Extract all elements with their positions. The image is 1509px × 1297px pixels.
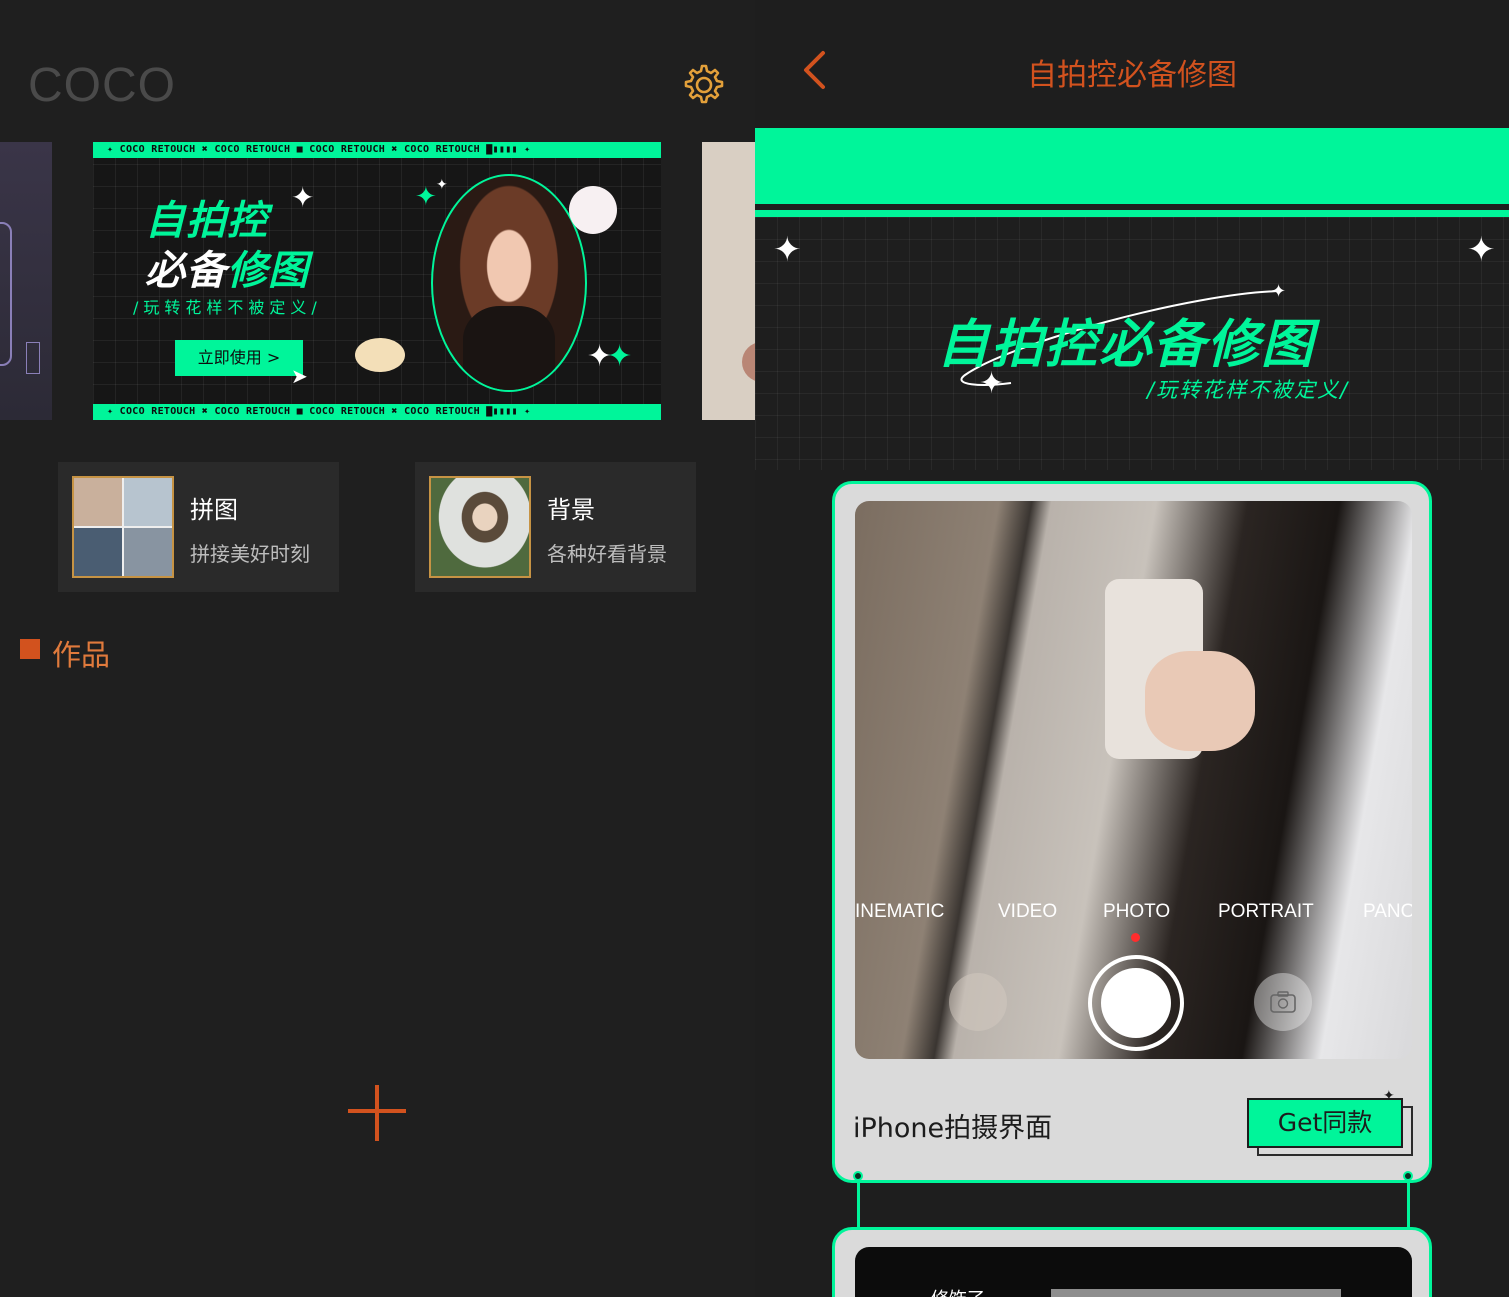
page-title: 自拍控必备修图 — [1027, 58, 1237, 93]
camera-mode[interactable]: PORTRAIT — [1218, 901, 1314, 923]
get-same-style-button[interactable]: Get同款 — [1247, 1098, 1403, 1148]
hand-in-photo — [1145, 651, 1255, 751]
collage-tile — [124, 528, 172, 576]
feature-title: 拼图 — [190, 496, 238, 524]
sparkle-icon: ✦ — [1467, 230, 1496, 270]
hello-kitty-sticker — [569, 186, 617, 234]
plus-icon-v[interactable] — [375, 1085, 379, 1141]
connector-node — [1403, 1171, 1413, 1181]
banner-portrait-image — [431, 174, 587, 392]
background-thumbnail — [429, 476, 531, 578]
sparkle-icon: ✦ — [415, 182, 437, 212]
carousel-slide-next[interactable] — [702, 142, 755, 420]
card2-text: 修饰了 — [931, 1285, 985, 1297]
feature-subtitle: 各种好看背景 — [547, 542, 667, 566]
feature-subtitle: 拼接美好时刻 — [190, 542, 310, 566]
collage-thumbnail — [72, 476, 174, 578]
sparkle-icon: ✦ — [291, 181, 315, 214]
camera-mode[interactable]: INEMATIC — [855, 901, 944, 923]
sparkle-icon: ✦ — [773, 230, 802, 270]
header-band — [755, 128, 1509, 204]
cursor-icon: ➤ — [291, 364, 308, 388]
sparkle-icon: ✦ — [436, 177, 448, 193]
slide-decoration — [0, 222, 12, 366]
header-line — [755, 210, 1509, 217]
sparkle-icon: ✦ — [1383, 1088, 1395, 1104]
feature-title: 背景 — [547, 496, 595, 524]
collage-tile — [124, 478, 172, 526]
app-title: COCO — [28, 59, 176, 112]
shutter-button[interactable] — [1088, 955, 1184, 1051]
camera-mode[interactable]: PANO — [1363, 901, 1412, 923]
banner-subtitle: /玩转花样不被定义/ — [133, 298, 322, 317]
connector-node — [853, 1171, 863, 1181]
banner-strip-top: ✦ COCO RETOUCH ✖ COCO RETOUCH ■ COCO RET… — [93, 142, 661, 158]
camera-preview-image: INEMATIC VIDEO PHOTO PORTRAIT PANO — [855, 501, 1412, 1059]
card-preview-image: 修饰了 — [855, 1247, 1412, 1297]
hero-subtitle: /玩转花样不被定义/ — [1147, 378, 1350, 402]
mode-indicator-dot — [1131, 933, 1140, 942]
works-section-title: 作品 — [52, 638, 111, 672]
feature-collage[interactable]: 拼图 拼接美好时刻 — [58, 462, 339, 592]
camera-mode-active[interactable]: PHOTO — [1103, 901, 1170, 923]
camera-flip-icon — [1270, 991, 1296, 1013]
collage-tile — [74, 478, 122, 526]
banner-title-white: 必备 — [145, 248, 227, 294]
sparkle-icon: ✦ — [607, 339, 633, 374]
section-marker — [20, 639, 40, 659]
banner-title-green: 修图 — [227, 248, 309, 294]
collage-tile — [74, 528, 122, 576]
banner-strip-bottom: ✦ COCO RETOUCH ✖ COCO RETOUCH ■ COCO RET… — [93, 404, 661, 420]
card2-bar — [1051, 1289, 1341, 1297]
promo-banner[interactable]: ✦ COCO RETOUCH ✖ COCO RETOUCH ■ COCO RET… — [93, 142, 661, 420]
shutter-inner — [1101, 968, 1171, 1038]
camera-flip-button[interactable] — [1254, 973, 1312, 1031]
template-card[interactable]: INEMATIC VIDEO PHOTO PORTRAIT PANO iPhon… — [832, 481, 1432, 1183]
banner-cta-button[interactable]: 立即使用 > — [175, 340, 303, 376]
banner-title-line2: 必备修图 — [145, 238, 309, 296]
card-label: iPhone拍摄界面 — [853, 1113, 1053, 1144]
diamond-icon — [26, 342, 40, 374]
hero-title: 自拍控必备修图 — [937, 315, 1316, 375]
slide-decoration — [742, 342, 755, 382]
carousel-slide-previous[interactable] — [0, 142, 52, 420]
feature-background[interactable]: 背景 各种好看背景 — [415, 462, 696, 592]
pudding-sticker — [355, 338, 405, 372]
gear-icon[interactable] — [678, 60, 726, 108]
detail-screen: 自拍控必备修图 ✦ ✦ ✦ ✦ 自拍控必备修图 /玩转花样不被定义/ INEMA… — [755, 0, 1509, 1297]
home-screen: COCO ✦ COCO RETOUCH ✖ COCO RETOUCH ■ COC… — [0, 0, 755, 1297]
template-card[interactable]: 修饰了 — [832, 1227, 1432, 1297]
camera-mode-bar: INEMATIC VIDEO PHOTO PORTRAIT PANO — [855, 901, 1412, 925]
gallery-thumbnail[interactable] — [949, 973, 1007, 1031]
camera-mode[interactable]: VIDEO — [998, 901, 1057, 923]
